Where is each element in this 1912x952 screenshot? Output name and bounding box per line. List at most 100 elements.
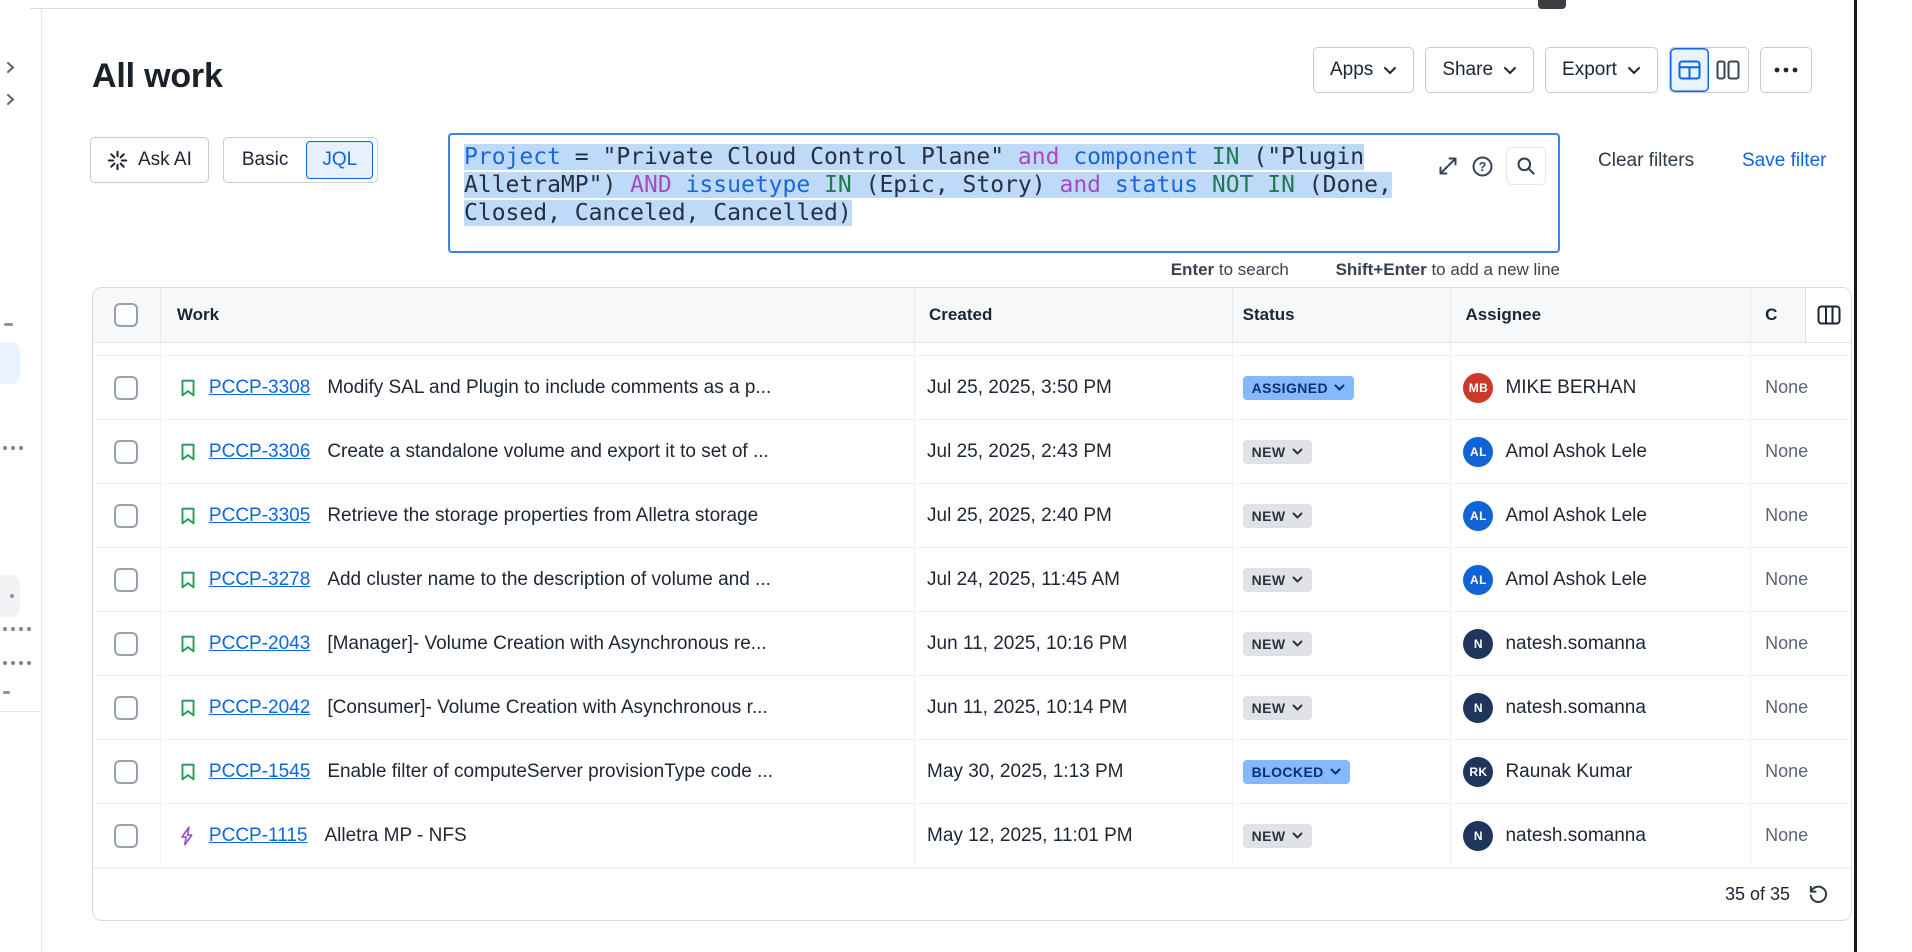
truncated-cell[interactable]: None xyxy=(1751,676,1851,739)
truncated-cell-value: None xyxy=(1765,505,1808,526)
truncated-cell-value: None xyxy=(1765,761,1808,782)
avatar: AL xyxy=(1463,501,1493,531)
table-row: PCCP-3278 Add cluster name to the descri… xyxy=(93,548,1851,612)
truncated-cell-value: None xyxy=(1765,633,1808,654)
export-button[interactable]: Export xyxy=(1545,47,1658,93)
issue-key-link[interactable]: PCCP-2042 xyxy=(209,697,310,719)
issue-summary[interactable]: Modify SAL and Plugin to include comment… xyxy=(327,377,771,399)
chevron-down-icon xyxy=(1292,448,1303,455)
row-select-cell xyxy=(93,676,161,739)
table-row: PCCP-3308 Modify SAL and Plugin to inclu… xyxy=(93,356,1851,420)
truncated-cell[interactable]: None xyxy=(1751,612,1851,675)
work-items-table: Work Created Status Assignee C PCCP-3308… xyxy=(92,287,1852,921)
issue-key-link[interactable]: PCCP-1545 xyxy=(209,761,310,783)
truncated-cell[interactable]: None xyxy=(1751,740,1851,803)
select-all-cell xyxy=(93,288,161,342)
issue-summary[interactable]: Enable filter of computeServer provision… xyxy=(327,761,773,783)
issue-summary[interactable]: [Consumer]- Volume Creation with Asynchr… xyxy=(327,697,767,719)
share-button[interactable]: Share xyxy=(1425,47,1534,93)
select-all-checkbox[interactable] xyxy=(114,303,138,327)
row-count: 35 of 35 xyxy=(1725,884,1790,905)
table-row: PCCP-1115 Alletra MP - NFS May 12, 2025,… xyxy=(93,804,1851,868)
status-badge[interactable]: NEW xyxy=(1243,632,1312,656)
more-button[interactable] xyxy=(1760,47,1812,93)
issue-key-link[interactable]: PCCP-3305 xyxy=(209,505,310,527)
issue-summary[interactable]: Create a standalone volume and export it… xyxy=(327,441,768,463)
truncated-cell-value: None xyxy=(1765,441,1808,462)
issue-summary[interactable]: [Manager]- Volume Creation with Asynchro… xyxy=(327,633,766,655)
top-divider-line xyxy=(30,8,1560,9)
truncated-cell[interactable]: None xyxy=(1751,548,1851,611)
run-search-button[interactable] xyxy=(1506,147,1546,185)
status-badge[interactable]: NEW xyxy=(1243,824,1312,848)
truncated-cell-value: None xyxy=(1765,377,1808,398)
syntax-help-button[interactable]: ? xyxy=(1471,155,1494,178)
chevron-down-icon xyxy=(1383,66,1397,75)
issue-key-link[interactable]: PCCP-2043 xyxy=(209,633,310,655)
sidebar-item-selected-truncated[interactable] xyxy=(0,342,20,384)
truncated-cell[interactable]: None xyxy=(1751,420,1851,483)
refresh-button[interactable] xyxy=(1806,883,1829,906)
table-view-button[interactable] xyxy=(1670,48,1709,92)
issue-key-link[interactable]: PCCP-3308 xyxy=(209,377,310,399)
issue-key-link[interactable]: PCCP-3306 xyxy=(209,441,310,463)
ai-sparkle-icon xyxy=(107,150,128,171)
row-checkbox[interactable] xyxy=(114,440,138,464)
assignee-name: Amol Ashok Lele xyxy=(1505,441,1647,463)
chevron-right-icon[interactable] xyxy=(6,61,15,79)
table-row: PCCP-2042 [Consumer]- Volume Creation wi… xyxy=(93,676,1851,740)
row-checkbox[interactable] xyxy=(114,504,138,528)
row-checkbox[interactable] xyxy=(114,824,138,848)
chevron-right-icon[interactable] xyxy=(6,93,15,111)
save-filter-link[interactable]: Save filter xyxy=(1742,150,1826,172)
assignee-name: natesh.somanna xyxy=(1505,633,1646,655)
issue-key-link[interactable]: PCCP-3278 xyxy=(209,569,310,591)
sidebar-item-hover-truncated[interactable] xyxy=(0,575,20,617)
column-header-assignee[interactable]: Assignee xyxy=(1451,288,1751,342)
truncated-cell[interactable]: None xyxy=(1751,804,1851,867)
detail-view-button[interactable] xyxy=(1709,48,1748,92)
issue-summary[interactable]: Add cluster name to the description of v… xyxy=(327,569,771,591)
status-badge[interactable]: BLOCKED xyxy=(1243,760,1350,784)
status-badge[interactable]: ASSIGNED xyxy=(1243,376,1354,400)
story-icon xyxy=(177,377,199,399)
jql-editor-content[interactable]: Project = "Private Cloud Control Plane" … xyxy=(464,143,1544,227)
work-cell: PCCP-3308 Modify SAL and Plugin to inclu… xyxy=(161,356,915,419)
row-select-cell xyxy=(93,420,161,483)
truncated-cell[interactable]: None xyxy=(1751,484,1851,547)
row-checkbox[interactable] xyxy=(114,696,138,720)
ask-ai-button[interactable]: Ask AI xyxy=(90,137,209,183)
row-checkbox[interactable] xyxy=(114,568,138,592)
story-icon xyxy=(177,761,199,783)
mode-basic-tab[interactable]: Basic xyxy=(224,149,306,171)
column-header-work[interactable]: Work xyxy=(161,288,915,342)
column-header-status[interactable]: Status xyxy=(1233,288,1452,342)
svg-text:?: ? xyxy=(1479,159,1487,173)
created-cell: Jul 24, 2025, 11:45 AM xyxy=(915,548,1233,611)
table-view-icon xyxy=(1678,60,1701,80)
chevron-down-icon xyxy=(1330,768,1341,775)
status-badge[interactable]: NEW xyxy=(1243,504,1312,528)
hint-enter-text: to search xyxy=(1214,260,1289,279)
row-select-cell xyxy=(93,804,161,867)
row-checkbox[interactable] xyxy=(114,632,138,656)
status-badge[interactable]: NEW xyxy=(1243,568,1312,592)
created-cell: May 12, 2025, 11:01 PM xyxy=(915,804,1233,867)
mode-jql-tab[interactable]: JQL xyxy=(306,141,373,179)
clear-filters-button[interactable]: Clear filters xyxy=(1598,150,1694,172)
row-checkbox[interactable] xyxy=(114,760,138,784)
status-badge[interactable]: NEW xyxy=(1243,696,1312,720)
columns-settings-button[interactable] xyxy=(1805,288,1851,342)
sidebar-item-fragment xyxy=(3,446,23,450)
row-checkbox[interactable] xyxy=(114,376,138,400)
apps-button[interactable]: Apps xyxy=(1313,47,1414,93)
issue-summary[interactable]: Alletra MP - NFS xyxy=(324,825,466,847)
expand-editor-button[interactable] xyxy=(1437,155,1459,177)
column-header-created[interactable]: Created xyxy=(915,288,1233,342)
issue-summary[interactable]: Retrieve the storage properties from All… xyxy=(327,505,758,527)
issue-key-link[interactable]: PCCP-1115 xyxy=(209,825,308,847)
status-label: BLOCKED xyxy=(1252,764,1324,780)
status-badge[interactable]: NEW xyxy=(1243,440,1312,464)
jql-input[interactable]: Project = "Private Cloud Control Plane" … xyxy=(448,133,1560,253)
truncated-cell[interactable]: None xyxy=(1751,356,1851,419)
